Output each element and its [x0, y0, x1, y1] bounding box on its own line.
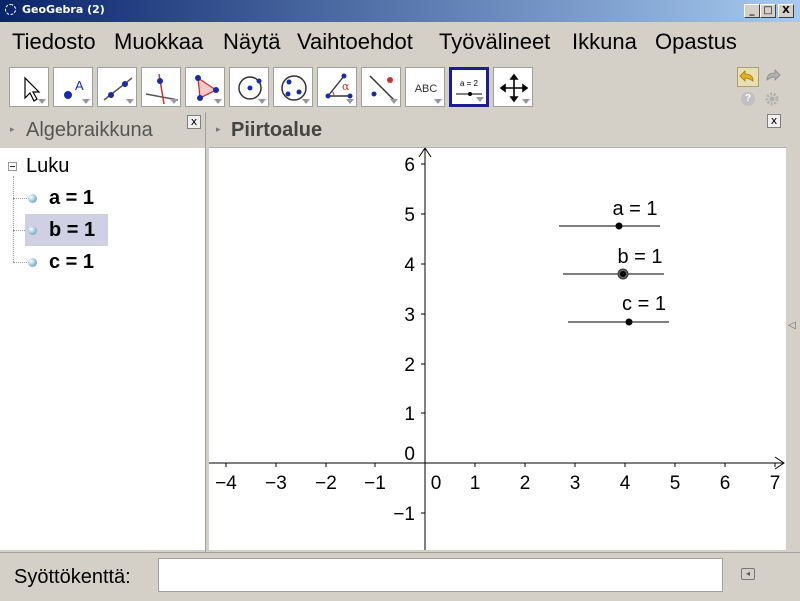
svg-text:A: A — [75, 78, 84, 93]
minimize-button[interactable]: _ — [744, 4, 760, 18]
geogebra-logo-icon — [5, 4, 16, 15]
menu-tyovalineet[interactable]: Työvälineet — [439, 29, 550, 55]
x-tick-label: −3 — [265, 473, 287, 494]
polygon-tool-button[interactable] — [185, 67, 225, 107]
slider-a-handle[interactable] — [615, 222, 623, 230]
algebra-item-b[interactable]: b = 1 — [49, 219, 95, 242]
graphics-title: Piirtoalue — [231, 119, 323, 141]
y-tick-label: 1 — [404, 404, 415, 425]
maximize-button[interactable]: □ — [760, 4, 776, 18]
undo-button[interactable] — [737, 67, 759, 87]
y-tick-label: −1 — [393, 504, 415, 525]
slider-b-label: b = 1 — [617, 246, 662, 268]
gear-icon — [765, 92, 779, 106]
slider-a[interactable]: a = 1 — [559, 198, 660, 230]
svg-text:α: α — [342, 80, 350, 93]
visibility-bullet-icon[interactable] — [28, 226, 37, 235]
window-title: GeoGebra (2) — [22, 3, 105, 16]
slider-b[interactable]: b = 1 — [563, 246, 664, 280]
conic-tool-button[interactable] — [273, 67, 313, 107]
undo-icon — [739, 70, 754, 82]
visibility-bullet-icon[interactable] — [28, 258, 37, 267]
menu-opastus[interactable]: Opastus — [655, 29, 737, 55]
input-bar: Syöttökenttä: ◂ — [0, 552, 800, 601]
algebra-item-c[interactable]: c = 1 — [49, 251, 94, 274]
x-tick-label: 4 — [620, 473, 631, 494]
slider-a-label: a = 1 — [612, 198, 657, 220]
x-tick-label: 5 — [670, 473, 681, 494]
graphics-close-button[interactable]: x — [767, 114, 781, 128]
tree-collapse-icon[interactable] — [8, 162, 17, 171]
tree-branch — [13, 198, 27, 199]
move-tool-button[interactable] — [9, 67, 49, 107]
keyboard-toggle-icon[interactable]: ◂ — [741, 568, 755, 580]
menu-nayta[interactable]: Näytä — [223, 29, 280, 55]
slider-c-handle[interactable] — [625, 318, 633, 326]
x-tick-label: 2 — [520, 473, 531, 494]
help-icon[interactable]: ? — [741, 92, 755, 106]
tree-branch — [13, 262, 27, 263]
x-tick-label: −4 — [215, 473, 237, 494]
redo-icon — [766, 69, 781, 81]
menu-vaihtoehdot[interactable]: Vaihtoehdot — [297, 29, 413, 55]
coordinate-plane[interactable]: −4 −3 −2 −1 0 1 2 3 4 5 6 7 6 5 4 3 2 1 … — [209, 148, 786, 550]
algebra-header: ▸ Algebraikkuna x — [0, 112, 207, 148]
expand-arrow-icon[interactable]: ◁ — [788, 320, 796, 331]
reflect-tool-button[interactable] — [361, 67, 401, 107]
y-tick-label: 0 — [404, 444, 415, 465]
perpendicular-tool-button[interactable] — [141, 67, 181, 107]
menu-ikkuna[interactable]: Ikkuna — [572, 29, 637, 55]
collapse-arrow-icon[interactable]: ▸ — [10, 124, 15, 135]
tree-group-luku[interactable]: Luku — [26, 155, 69, 178]
y-tick-label: 2 — [404, 355, 415, 376]
input-field[interactable] — [158, 558, 723, 592]
algebra-close-button[interactable]: x — [187, 115, 201, 129]
circle-tool-button[interactable] — [229, 67, 269, 107]
collapse-arrow-icon[interactable]: ▸ — [216, 124, 221, 135]
menu-bar: Tiedosto Muokkaa Näytä Vaihtoehdot Työvä… — [0, 22, 800, 64]
x-tick-label: −1 — [364, 473, 386, 494]
graphics-header: ▸ Piirtoalue x — [209, 112, 786, 148]
settings-button[interactable] — [764, 91, 780, 107]
input-label: Syöttökenttä: — [14, 566, 131, 588]
x-tick-label: 6 — [720, 473, 731, 494]
graphics-view[interactable]: −4 −3 −2 −1 0 1 2 3 4 5 6 7 6 5 4 3 2 1 … — [209, 148, 786, 550]
x-tick-label: 1 — [470, 473, 481, 494]
algebra-view: Luku a = 1 b = 1 c = 1 — [0, 148, 205, 550]
text-tool-button[interactable]: ABC — [405, 67, 445, 107]
menu-tiedosto[interactable]: Tiedosto — [12, 29, 96, 55]
toolbar: A α ABC a = 2 ? — [0, 64, 800, 112]
y-tick-label: 6 — [404, 155, 415, 176]
visibility-bullet-icon[interactable] — [28, 194, 37, 203]
slider-c-label: c = 1 — [622, 293, 666, 315]
angle-tool-button[interactable]: α — [317, 67, 357, 107]
x-tick-label: 3 — [570, 473, 581, 494]
title-bar: GeoGebra (2) _ □ X — [0, 0, 800, 22]
x-tick-label: −2 — [315, 473, 337, 494]
line-tool-button[interactable] — [97, 67, 137, 107]
point-tool-button[interactable]: A — [53, 67, 93, 107]
side-panel-strip: ◁ — [786, 112, 800, 552]
menu-muokkaa[interactable]: Muokkaa — [114, 29, 203, 55]
algebra-title: Algebraikkuna — [26, 119, 153, 141]
y-tick-label: 3 — [404, 305, 415, 326]
slider-tool-button[interactable]: a = 2 — [449, 67, 489, 107]
y-tick-label: 4 — [404, 255, 415, 276]
slider-b-handle-core — [620, 271, 626, 277]
slider-icon: a = 2 — [456, 79, 482, 96]
redo-button[interactable] — [762, 67, 784, 87]
svg-text:a = 2: a = 2 — [460, 79, 479, 88]
tree-line — [13, 176, 15, 262]
y-tick-label: 5 — [404, 205, 415, 226]
algebra-item-a[interactable]: a = 1 — [49, 187, 94, 210]
move-view-tool-button[interactable] — [493, 67, 533, 107]
slider-c[interactable]: c = 1 — [568, 293, 669, 326]
x-tick-label: 7 — [770, 473, 781, 494]
close-button[interactable]: X — [778, 4, 794, 18]
svg-text:ABC: ABC — [415, 83, 438, 95]
x-tick-label: 0 — [431, 473, 442, 494]
